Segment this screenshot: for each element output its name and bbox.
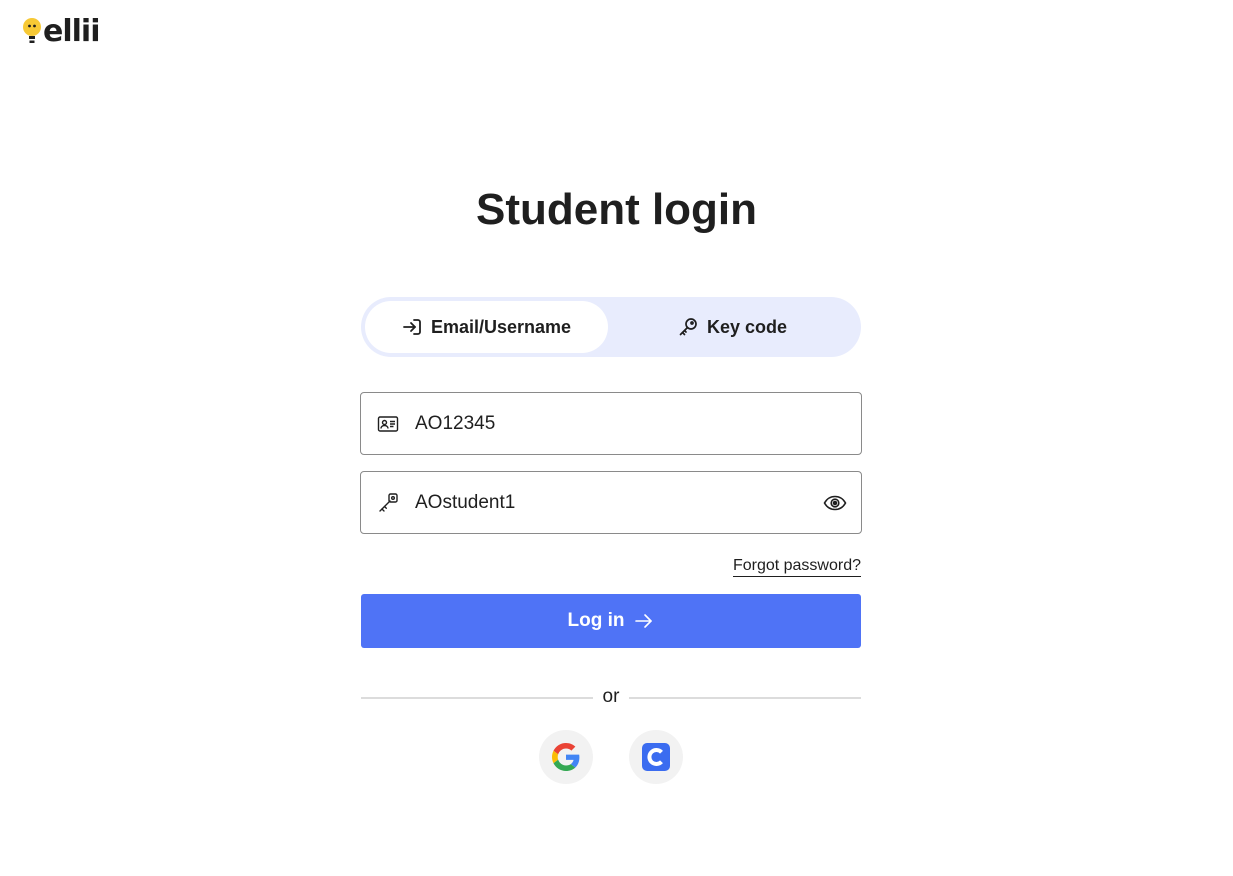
divider-left (361, 697, 593, 699)
divider-right (629, 697, 861, 699)
tab-email-username[interactable]: Email/Username (365, 301, 608, 353)
login-button[interactable]: Log in (361, 594, 861, 648)
clever-icon (642, 743, 670, 771)
google-login-button[interactable] (539, 730, 593, 784)
password-input[interactable]: AOstudent1 (415, 472, 795, 533)
username-input[interactable]: AO12345 (415, 393, 795, 454)
page-title: Student login (475, 185, 758, 234)
login-method-tabs: Email/Username Key code (361, 297, 861, 357)
username-field[interactable]: AO12345 (360, 392, 862, 455)
arrow-right-icon (635, 614, 653, 628)
lightbulb-logo-icon (23, 18, 41, 43)
login-arrow-icon (403, 319, 421, 335)
google-icon (552, 743, 580, 771)
tab-key-code[interactable]: Key code (611, 301, 854, 353)
or-separator: or (602, 686, 620, 707)
tab-key-code-label: Key code (706, 316, 788, 337)
tab-email-username-label: Email/Username (430, 316, 572, 337)
key-icon (379, 493, 398, 512)
student-login-page: ellii Student login Email/Username Key c… (0, 0, 1233, 876)
logo-text: ellii (43, 14, 100, 49)
clever-login-button[interactable] (629, 730, 683, 784)
forgot-password-link[interactable]: Forgot password? (732, 556, 861, 577)
ellii-logo[interactable]: ellii (22, 14, 100, 49)
id-card-icon (377, 416, 399, 432)
password-field[interactable]: AOstudent1 (360, 471, 862, 534)
eye-icon[interactable] (823, 492, 847, 514)
login-button-label: Log in (567, 610, 625, 631)
key-icon (679, 318, 697, 336)
